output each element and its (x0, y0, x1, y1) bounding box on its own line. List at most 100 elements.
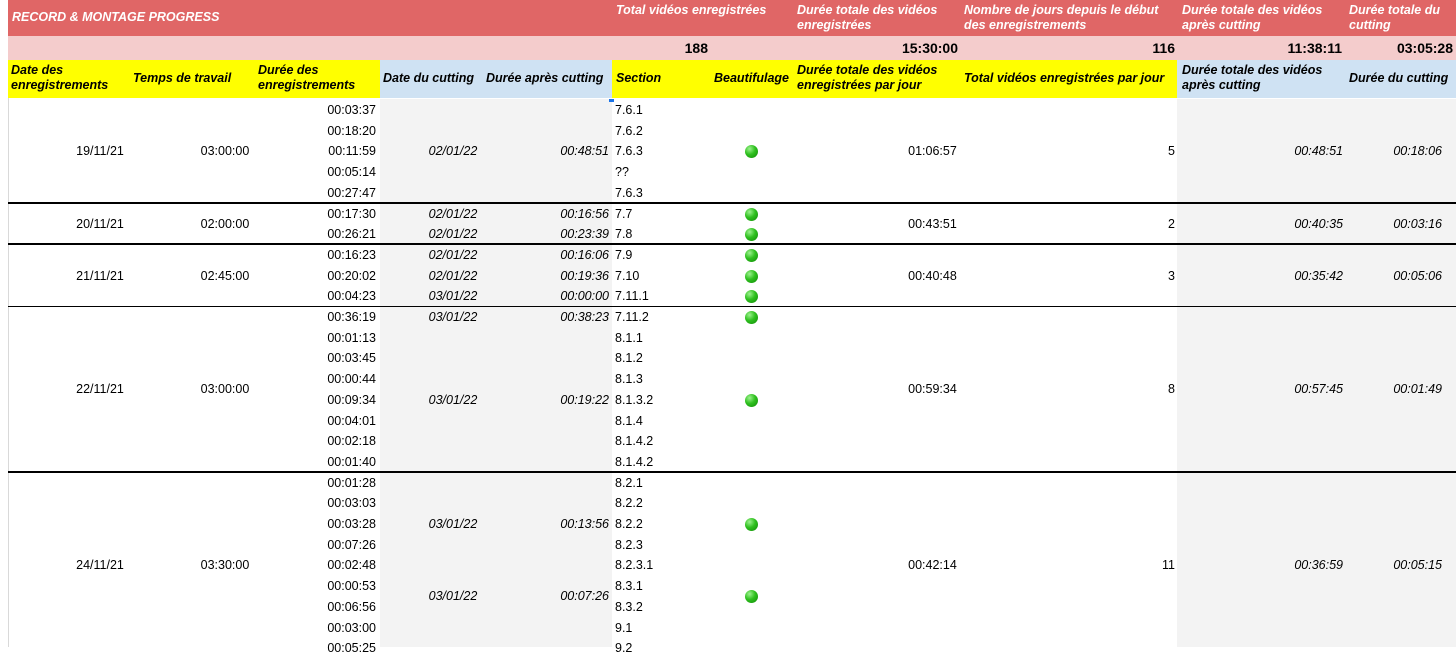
days-since-start-value[interactable]: 116 (960, 40, 1175, 58)
recording-duration-cell[interactable]: 00:06:56 (258, 597, 376, 618)
section-cell[interactable]: 7.9 (615, 245, 710, 266)
after-cut-duration-cell[interactable]: 00:13:56 (486, 514, 609, 535)
section-cell[interactable]: 7.6.3 (615, 141, 710, 162)
after-cut-duration-cell[interactable]: 00:23:39 (486, 224, 609, 245)
col-header-count-per-day[interactable]: Total vidéos enregistrées par jour (964, 71, 1176, 87)
section-cell[interactable]: 7.11.1 (615, 286, 710, 307)
recording-duration-cell[interactable]: 00:27:47 (258, 183, 376, 204)
work-time-cell[interactable]: 03:30:00 (165, 555, 285, 576)
after-cut-duration-cell[interactable]: 00:16:06 (486, 245, 609, 266)
recording-duration-cell[interactable]: 00:01:40 (258, 452, 376, 473)
cut-duration-cell[interactable]: 00:03:16 (1349, 214, 1442, 235)
col-header-after-cut[interactable]: Durée après cutting (486, 71, 612, 87)
recording-duration-cell[interactable]: 00:00:53 (258, 576, 376, 597)
after-cut-total-cell[interactable]: 00:48:51 (1180, 141, 1343, 162)
section-cell[interactable]: 8.1.4.2 (615, 452, 710, 473)
section-cell[interactable]: 9.1 (615, 618, 710, 639)
section-cell[interactable]: 7.6.1 (615, 100, 710, 121)
after-cut-total-cell[interactable]: 00:36:59 (1180, 555, 1343, 576)
section-cell[interactable]: 9.2 (615, 638, 710, 659)
summary-label-days-since-start[interactable]: Nombre de jours depuis le début des enre… (964, 3, 1176, 35)
recording-duration-cell[interactable]: 00:03:37 (258, 100, 376, 121)
cut-duration-cell[interactable]: 00:18:06 (1349, 141, 1442, 162)
col-header-cut-date[interactable]: Date du cutting (383, 71, 483, 87)
total-videos-value[interactable]: 188 (612, 40, 708, 58)
section-cell[interactable]: 8.2.3 (615, 535, 710, 556)
col-header-record-date[interactable]: Date des enregistrements (11, 63, 126, 95)
recording-duration-cell[interactable]: 00:02:18 (258, 431, 376, 452)
recording-duration-cell[interactable]: 00:03:45 (258, 348, 376, 369)
recording-duration-cell[interactable]: 00:01:13 (258, 328, 376, 349)
section-cell[interactable]: 8.3.1 (615, 576, 710, 597)
recording-duration-cell[interactable]: 00:01:28 (258, 473, 376, 494)
section-cell[interactable]: 8.1.2 (615, 348, 710, 369)
recording-duration-cell[interactable]: 00:03:03 (258, 493, 376, 514)
work-time-cell[interactable]: 03:00:00 (165, 141, 285, 162)
record-date-cell[interactable]: 20/11/21 (40, 214, 160, 235)
col-header-work-time[interactable]: Temps de travail (133, 71, 253, 87)
work-time-cell[interactable]: 03:00:00 (165, 379, 285, 400)
total-per-day-cell[interactable]: 01:06:57 (865, 141, 1000, 162)
record-date-cell[interactable]: 24/11/21 (40, 555, 160, 576)
total-per-day-cell[interactable]: 00:42:14 (865, 555, 1000, 576)
after-cut-total-cell[interactable]: 00:35:42 (1180, 266, 1343, 287)
section-cell[interactable]: 7.10 (615, 266, 710, 287)
section-cell[interactable]: 7.8 (615, 224, 710, 245)
cut-duration-cell[interactable]: 00:05:15 (1349, 555, 1442, 576)
after-cut-duration-cell[interactable]: 00:00:00 (486, 286, 609, 307)
col-header-record-duration[interactable]: Durée des enregistrements (258, 63, 373, 95)
summary-label-total-videos[interactable]: Total vidéos enregistrées (616, 3, 786, 35)
cut-duration-cell[interactable]: 00:05:06 (1349, 266, 1442, 287)
recording-duration-cell[interactable]: 00:07:26 (258, 535, 376, 556)
record-date-cell[interactable]: 22/11/21 (40, 379, 160, 400)
col-header-total-per-day[interactable]: Durée totale des vidéos enregistrées par… (797, 63, 962, 95)
col-header-after-cut-total[interactable]: Durée totale des vidéos après cutting (1182, 63, 1344, 95)
total-per-day-cell[interactable]: 00:43:51 (865, 214, 1000, 235)
section-cell[interactable]: 8.2.1 (615, 473, 710, 494)
sheet-title[interactable]: RECORD & MONTAGE PROGRESS (12, 10, 512, 26)
recording-duration-cell[interactable]: 00:04:01 (258, 411, 376, 432)
count-per-day-cell[interactable]: 5 (1010, 141, 1175, 162)
cutting-duration-value[interactable]: 03:05:28 (1345, 40, 1453, 58)
total-duration-value[interactable]: 15:30:00 (793, 40, 958, 58)
section-cell[interactable]: 8.2.2 (615, 493, 710, 514)
section-cell[interactable]: 7.6.3 (615, 183, 710, 204)
after-cutting-value[interactable]: 11:38:11 (1178, 40, 1343, 58)
after-cut-duration-cell[interactable]: 00:48:51 (486, 141, 609, 162)
col-header-cut-duration[interactable]: Durée du cutting (1349, 71, 1456, 87)
after-cut-duration-cell[interactable]: 00:07:26 (486, 586, 609, 607)
col-header-section[interactable]: Section (616, 71, 706, 87)
section-cell[interactable]: 8.1.3 (615, 369, 710, 390)
section-cell[interactable]: 8.1.4 (615, 411, 710, 432)
after-cut-duration-cell[interactable]: 00:19:36 (486, 266, 609, 287)
recording-duration-cell[interactable]: 00:36:19 (258, 307, 376, 328)
recording-duration-cell[interactable]: 00:04:23 (258, 286, 376, 307)
section-cell[interactable]: 8.3.2 (615, 597, 710, 618)
count-per-day-cell[interactable]: 3 (1010, 266, 1175, 287)
cut-duration-cell[interactable]: 00:01:49 (1349, 379, 1442, 400)
after-cut-total-cell[interactable]: 00:57:45 (1180, 379, 1343, 400)
section-cell[interactable]: 8.1.3.2 (615, 390, 710, 411)
record-date-cell[interactable]: 19/11/21 (40, 141, 160, 162)
after-cut-duration-cell[interactable]: 00:38:23 (486, 307, 609, 328)
summary-label-cutting-duration[interactable]: Durée totale du cutting (1349, 3, 1454, 35)
section-cell[interactable]: ?? (615, 162, 710, 183)
summary-label-total-duration[interactable]: Durée totale des vidéos enregistrées (797, 3, 957, 35)
section-cell[interactable]: 8.1.1 (615, 328, 710, 349)
section-cell[interactable]: 8.2.2 (615, 514, 710, 535)
summary-label-after-cutting[interactable]: Durée totale des vidéos après cutting (1182, 3, 1342, 35)
count-per-day-cell[interactable]: 11 (1010, 555, 1175, 576)
col-header-beautifulage[interactable]: Beautifulage (714, 71, 796, 87)
record-date-cell[interactable]: 21/11/21 (40, 266, 160, 287)
total-per-day-cell[interactable]: 00:59:34 (865, 379, 1000, 400)
work-time-cell[interactable]: 02:45:00 (165, 266, 285, 287)
count-per-day-cell[interactable]: 8 (1010, 379, 1175, 400)
section-cell[interactable]: 7.6.2 (615, 121, 710, 142)
section-cell[interactable]: 7.11.2 (615, 307, 710, 328)
recording-duration-cell[interactable]: 00:03:28 (258, 514, 376, 535)
after-cut-duration-cell[interactable]: 00:19:22 (486, 390, 609, 411)
recording-duration-cell[interactable]: 00:05:25 (258, 638, 376, 659)
section-cell[interactable]: 8.2.3.1 (615, 555, 710, 576)
recording-duration-cell[interactable]: 00:18:20 (258, 121, 376, 142)
count-per-day-cell[interactable]: 2 (1010, 214, 1175, 235)
